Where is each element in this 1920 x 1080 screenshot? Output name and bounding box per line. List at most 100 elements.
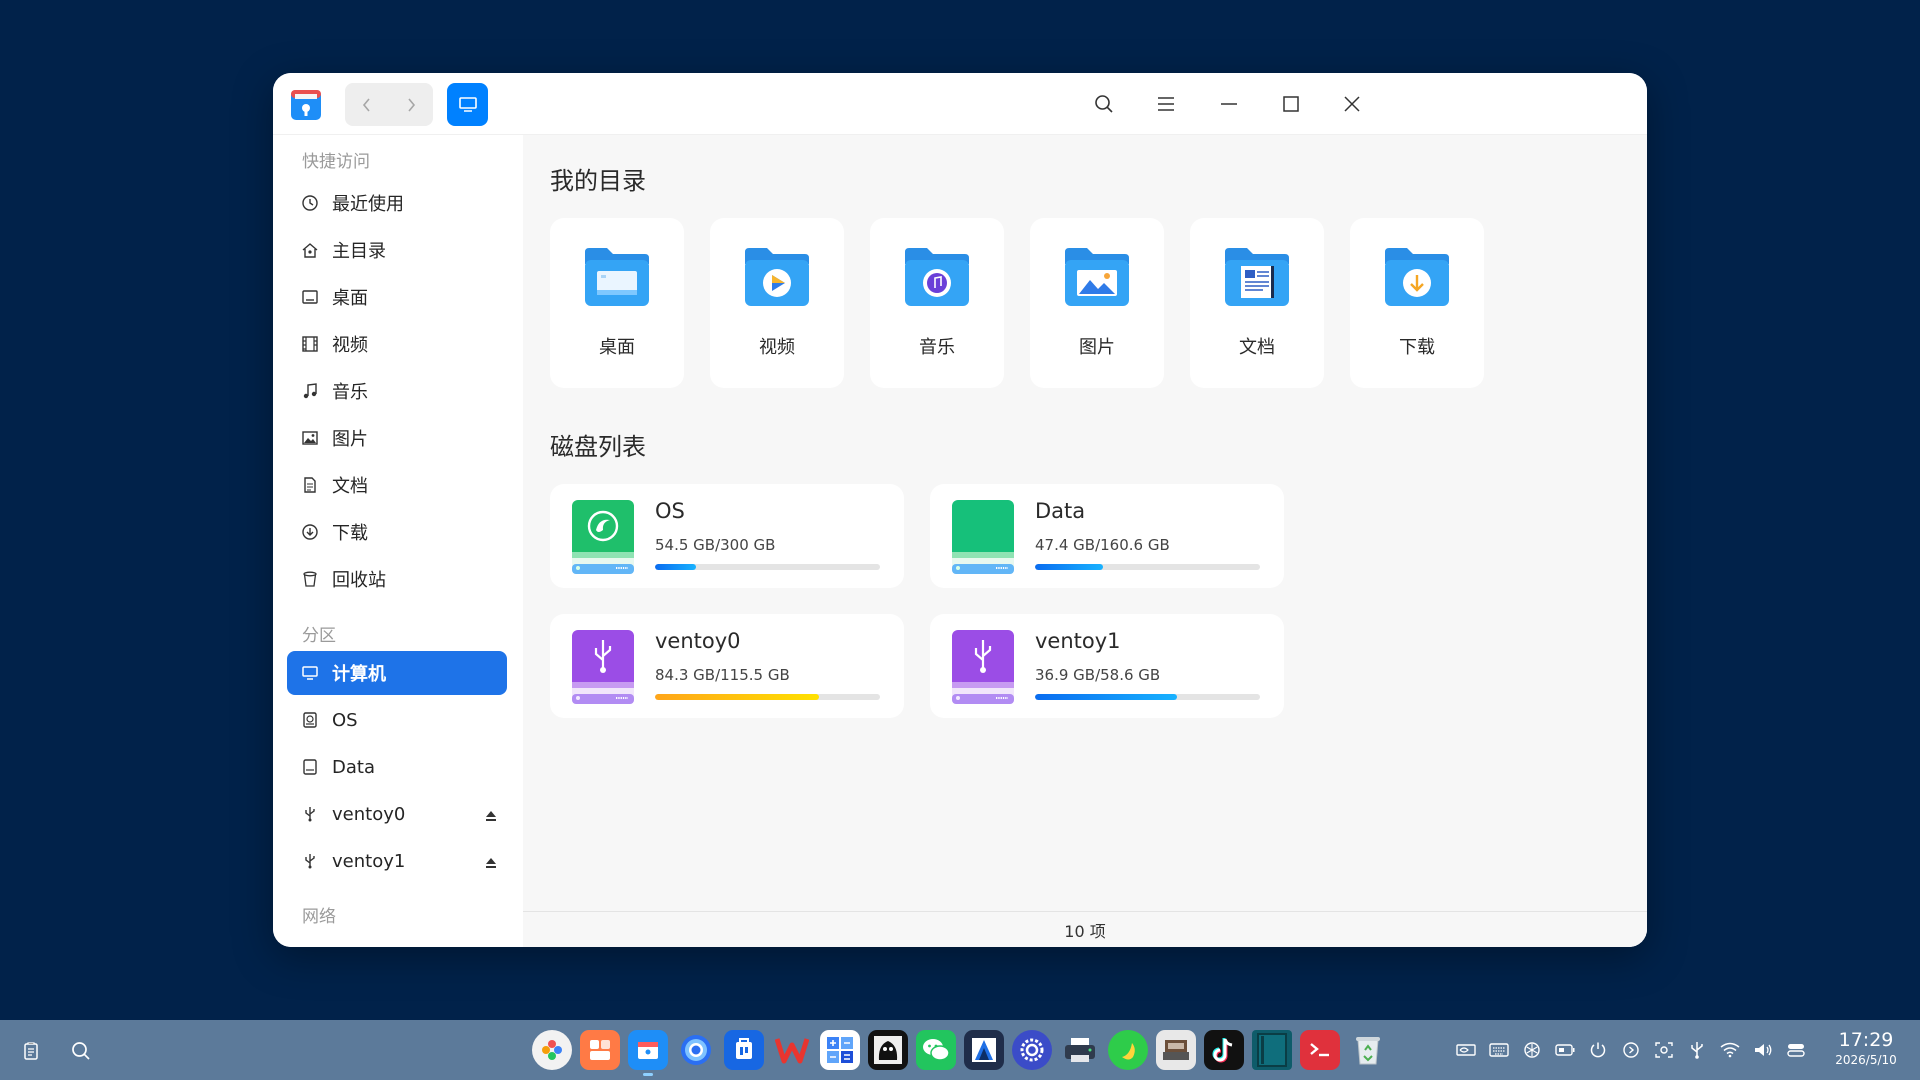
calculator-icon[interactable] <box>820 1030 860 1070</box>
nvidia-icon[interactable] <box>1454 1038 1477 1061</box>
play-circle-icon[interactable] <box>1619 1038 1642 1061</box>
trash-icon <box>300 569 320 589</box>
drawing-icon[interactable] <box>964 1030 1004 1070</box>
power-icon[interactable] <box>1586 1038 1609 1061</box>
sidebar-item-os[interactable]: OS <box>287 698 507 742</box>
multitasking-icon[interactable] <box>580 1030 620 1070</box>
clipboard-icon <box>24 1042 38 1060</box>
dir-label: 桌面 <box>599 337 635 358</box>
keyboard-icon[interactable] <box>1487 1038 1510 1061</box>
disk-icon <box>300 710 320 730</box>
dir-card-videos[interactable]: 视频 <box>710 218 844 388</box>
sidebar-item-pictures[interactable]: 图片 <box>287 416 507 460</box>
sidebar-item-label: ventoy0 <box>332 803 406 825</box>
sidebar-item-label: 计算机 <box>332 664 386 685</box>
disk-card-data[interactable]: Data 47.4 GB/160.6 GB <box>930 484 1284 588</box>
screenshot-icon[interactable] <box>1652 1038 1675 1061</box>
launcher-icon[interactable] <box>532 1030 572 1070</box>
minimize-button[interactable] <box>1216 91 1242 117</box>
sidebar-item-recent[interactable]: 最近使用 <box>287 181 507 225</box>
dir-card-downloads[interactable]: 下载 <box>1350 218 1484 388</box>
sidebar-item-label: 下载 <box>332 523 368 544</box>
scanner-icon[interactable] <box>1156 1030 1196 1070</box>
dir-card-music[interactable]: 音乐 <box>870 218 1004 388</box>
back-button[interactable] <box>345 83 389 126</box>
computer-view-button[interactable] <box>447 83 488 126</box>
sidebar-item-ventoy1[interactable]: ventoy1 <box>287 839 507 883</box>
taskbar-search-button[interactable] <box>68 1038 94 1064</box>
maximize-icon <box>1283 96 1299 112</box>
dir-label: 图片 <box>1079 337 1115 358</box>
taskbar: 17:29 2026/5/10 <box>0 1020 1920 1080</box>
pictures-folder-icon <box>1065 248 1129 306</box>
sidebar-item-documents[interactable]: 文档 <box>287 463 507 507</box>
clock[interactable]: 17:29 2026/5/10 <box>1826 1029 1906 1069</box>
dir-card-documents[interactable]: 文档 <box>1190 218 1324 388</box>
printer-icon[interactable] <box>1060 1030 1100 1070</box>
download-icon <box>300 522 320 542</box>
sidebar-item-ventoy0[interactable]: ventoy0 <box>287 792 507 836</box>
sidebar-item-label: 视频 <box>332 335 368 356</box>
sidebar-item-downloads[interactable]: 下载 <box>287 510 507 554</box>
dir-label: 音乐 <box>919 337 955 358</box>
sidebar-item-computer[interactable]: 计算机 <box>287 651 507 695</box>
tiktok-icon[interactable] <box>1204 1030 1244 1070</box>
disk-usage-bar <box>1035 564 1260 570</box>
main-content: 我的目录 桌面 视频 音乐 图片 文档 下载 磁盘列表 OS 54.5 GB/3… <box>523 135 1647 947</box>
notification-center-icon[interactable] <box>1784 1038 1807 1061</box>
wps-icon[interactable] <box>772 1030 812 1070</box>
wifi-icon[interactable] <box>1718 1038 1741 1061</box>
disk-name: ventoy1 <box>1035 629 1121 653</box>
sidebar-item-label: 文档 <box>332 476 368 497</box>
battery-icon[interactable] <box>1553 1038 1576 1061</box>
disk-size: 54.5 GB/300 GB <box>655 536 776 554</box>
forward-button[interactable] <box>389 83 433 126</box>
disk-name: Data <box>1035 499 1086 523</box>
gimp-icon[interactable] <box>868 1030 908 1070</box>
disk-card-ventoy0[interactable]: ventoy0 84.3 GB/115.5 GB <box>550 614 904 718</box>
disk-card-os[interactable]: OS 54.5 GB/300 GB <box>550 484 904 588</box>
close-button[interactable] <box>1339 91 1365 117</box>
clock-icon <box>300 193 320 213</box>
disk-name: ventoy0 <box>655 629 741 653</box>
video-folder-icon <box>745 248 809 306</box>
sidebar-item-data[interactable]: Data <box>287 745 507 789</box>
eject-icon[interactable] <box>485 853 497 874</box>
file-manager-icon[interactable] <box>628 1030 668 1076</box>
eject-icon[interactable] <box>485 806 497 827</box>
reader-icon[interactable] <box>1252 1030 1292 1070</box>
volume-icon[interactable] <box>1751 1038 1774 1061</box>
usb-icon <box>300 804 320 824</box>
sidebar-item-label: 最近使用 <box>332 194 404 215</box>
sidebar-item-music[interactable]: 音乐 <box>287 369 507 413</box>
menu-button[interactable] <box>1153 91 1179 117</box>
maximize-button[interactable] <box>1278 91 1304 117</box>
close-icon <box>1344 96 1360 112</box>
openai-icon[interactable] <box>1520 1038 1543 1061</box>
sidebar-group-quick-access: 快捷访问 <box>302 152 370 172</box>
notes-button[interactable] <box>18 1038 44 1064</box>
dir-card-desktop[interactable]: 桌面 <box>550 218 684 388</box>
picture-icon <box>300 428 320 448</box>
chevron-left-icon <box>362 97 370 112</box>
settings-icon[interactable] <box>1012 1030 1052 1070</box>
sidebar-item-desktop[interactable]: 桌面 <box>287 275 507 319</box>
running-indicator <box>643 1073 653 1076</box>
search-button[interactable] <box>1091 91 1117 117</box>
sidebar-item-home[interactable]: 主目录 <box>287 228 507 272</box>
trash-icon[interactable] <box>1348 1030 1388 1070</box>
computer-icon <box>300 663 320 683</box>
disk-card-ventoy1[interactable]: ventoy1 36.9 GB/58.6 GB <box>930 614 1284 718</box>
browser-icon[interactable] <box>676 1030 716 1070</box>
dir-card-pictures[interactable]: 图片 <box>1030 218 1164 388</box>
minimize-icon <box>1221 103 1237 105</box>
qq-music-icon[interactable] <box>1108 1030 1148 1070</box>
sidebar-item-trash[interactable]: 回收站 <box>287 557 507 601</box>
system-tray <box>1454 1038 1807 1061</box>
wechat-icon[interactable] <box>916 1030 956 1070</box>
terminal-icon[interactable] <box>1300 1030 1340 1070</box>
usb-icon[interactable] <box>1685 1038 1708 1061</box>
sidebar-item-videos[interactable]: 视频 <box>287 322 507 366</box>
app-store-icon[interactable] <box>724 1030 764 1070</box>
chevron-right-icon <box>408 97 416 112</box>
